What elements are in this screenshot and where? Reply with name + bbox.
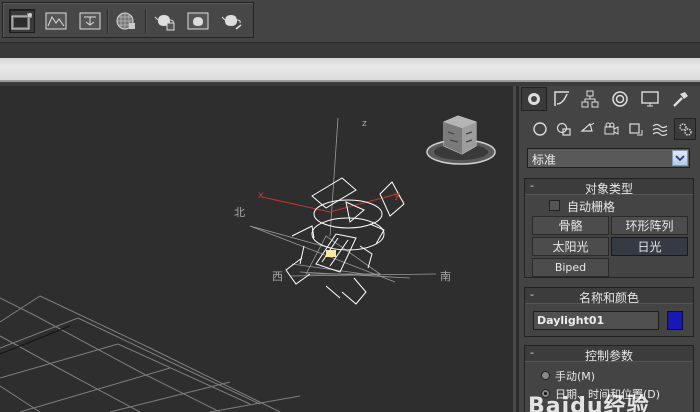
render-setup-icon[interactable]: [9, 9, 35, 33]
axis-z-label: z: [362, 119, 367, 129]
compass-west-label: 西: [272, 270, 283, 283]
systems-icon[interactable]: [674, 118, 696, 140]
cameras-icon[interactable]: [601, 118, 623, 140]
autogrid-label: 自动栅格: [567, 200, 616, 214]
toolbar-gap: [0, 42, 700, 58]
display-icon[interactable]: [637, 87, 663, 111]
sunlight-button[interactable]: 太阳光: [532, 237, 609, 256]
rollout-title: 名称和颜色: [578, 291, 639, 305]
chevron-down-icon[interactable]: [672, 150, 688, 166]
perspective-viewport[interactable]: 北 西 南 z x y: [0, 86, 516, 412]
object-type-header[interactable]: - 对象类型: [525, 179, 693, 196]
utilities-icon[interactable]: [667, 87, 693, 111]
command-panel-tabs: [519, 86, 700, 112]
name-color-header[interactable]: - 名称和颜色: [525, 288, 693, 305]
main-toolbar: [0, 0, 700, 42]
rollout-title: 控制参数: [584, 349, 633, 363]
command-panel: 标准 - 对象类型 自动栅格 骨骼 环形阵列 太阳光 日光 Biped - 名称…: [519, 86, 700, 412]
object-color-swatch[interactable]: [667, 311, 683, 330]
ring-array-button[interactable]: 环形阵列: [611, 216, 688, 235]
biped-button[interactable]: Biped: [532, 258, 609, 277]
helpers-icon[interactable]: [625, 118, 647, 140]
dropdown-value: 标准: [532, 153, 557, 167]
shapes-icon[interactable]: [553, 118, 575, 140]
manual-radio[interactable]: [541, 371, 550, 380]
object-name-field[interactable]: Daylight01: [533, 311, 659, 330]
create-icon[interactable]: [521, 87, 547, 111]
manual-label: 手动(M): [555, 370, 596, 383]
viewcube[interactable]: [426, 115, 496, 165]
bones-button[interactable]: 骨骼: [532, 216, 609, 235]
axis-x-label: x: [258, 190, 264, 201]
object-type-rollout: - 对象类型 自动栅格 骨骼 环形阵列 太阳光 日光 Biped: [524, 178, 694, 278]
light-head: [326, 250, 336, 257]
viewport-label-bar: [0, 58, 700, 82]
render-production-icon[interactable]: [77, 9, 103, 33]
compass-north-label: 北: [234, 206, 245, 219]
rollout-title: 对象类型: [584, 182, 633, 196]
render-iterative-icon[interactable]: [185, 9, 211, 33]
viewport-scene: 北 西 南 z x y: [0, 115, 496, 412]
render-toolbar: [2, 2, 254, 38]
modify-icon[interactable]: [549, 87, 575, 111]
render-teapot-icon[interactable]: [151, 9, 177, 33]
compass-south-label: 南: [440, 270, 451, 283]
material-editor-icon[interactable]: [113, 9, 139, 33]
render-activeshade-icon[interactable]: [219, 9, 245, 33]
space-warps-icon[interactable]: [649, 118, 671, 140]
rendered-frame-window-icon[interactable]: [43, 9, 69, 33]
ground-grid: [0, 295, 301, 412]
motion-icon[interactable]: [607, 87, 633, 111]
hierarchy-icon[interactable]: [577, 87, 603, 111]
name-color-rollout: - 名称和颜色 Daylight01: [524, 287, 694, 337]
lights-icon[interactable]: [577, 118, 599, 140]
autogrid-checkbox[interactable]: [549, 200, 560, 211]
axis-y-label: y: [394, 190, 400, 201]
geometry-icon[interactable]: [529, 118, 551, 140]
control-params-header[interactable]: - 控制参数: [525, 346, 693, 363]
category-dropdown[interactable]: 标准: [527, 148, 690, 168]
watermark-logo: Baidu经验: [528, 394, 650, 412]
create-categories: [519, 116, 700, 142]
daylight-button[interactable]: 日光: [611, 237, 688, 256]
